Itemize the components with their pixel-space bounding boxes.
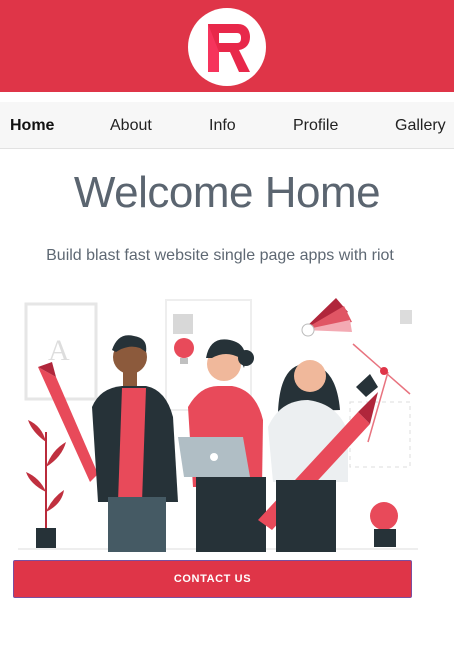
nav-item-gallery[interactable]: Gallery bbox=[395, 102, 446, 149]
nav-item-about[interactable]: About bbox=[110, 102, 152, 149]
brand-logo-icon bbox=[208, 24, 250, 72]
header-bar bbox=[0, 0, 454, 92]
svg-text:A: A bbox=[48, 334, 70, 367]
hero-illustration: A bbox=[18, 292, 418, 552]
team-illustration-icon: A bbox=[18, 298, 418, 552]
nav-item-info[interactable]: Info bbox=[209, 102, 236, 149]
contact-us-button[interactable]: CONTACT US bbox=[13, 560, 412, 598]
nav-item-profile[interactable]: Profile bbox=[293, 102, 338, 149]
page-subtitle: Build blast fast website single page app… bbox=[46, 247, 394, 264]
nav-item-home[interactable]: Home bbox=[10, 102, 54, 149]
brand-logo[interactable] bbox=[188, 8, 266, 86]
main-nav: Home About Info Profile Gallery bbox=[0, 102, 454, 149]
page-title: Welcome Home bbox=[73, 168, 381, 217]
